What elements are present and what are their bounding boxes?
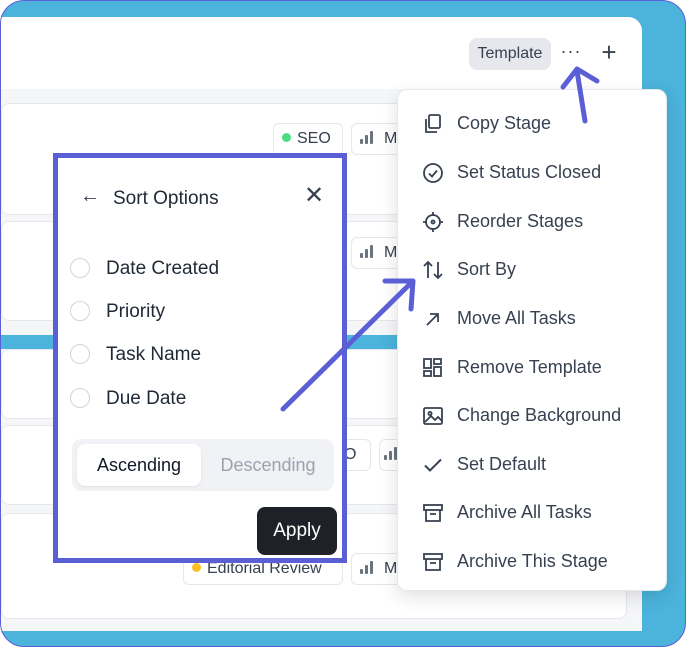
menu-item-label: Archive This Stage xyxy=(457,551,608,571)
priority-label: M xyxy=(384,244,398,261)
radio-button[interactable] xyxy=(70,344,90,364)
sort-arrows-icon xyxy=(423,260,443,280)
menu-item-archive-all-tasks[interactable]: Archive All Tasks xyxy=(398,492,666,532)
menu-item-label: Change Background xyxy=(457,405,622,425)
close-icon[interactable]: ✕ xyxy=(304,184,324,208)
priority-chip[interactable]: M xyxy=(351,553,401,585)
sort-order-toggle: Ascending Descending xyxy=(72,439,334,491)
radio-button[interactable] xyxy=(70,258,90,278)
copy-icon xyxy=(425,114,441,133)
radio-button[interactable] xyxy=(70,388,90,408)
crosshair-icon xyxy=(423,212,443,232)
descending-button[interactable]: Descending xyxy=(206,444,330,486)
menu-item-set-status-closed[interactable]: Set Status Closed xyxy=(398,152,666,192)
sort-option-label: Task Name xyxy=(106,344,202,365)
priority-label: M xyxy=(384,560,398,577)
sort-option[interactable]: Task Name xyxy=(70,342,330,368)
apply-button[interactable]: Apply xyxy=(257,507,337,555)
tag-label: SEO xyxy=(297,130,331,147)
sort-option-label: Priority xyxy=(106,301,166,322)
menu-item-reorder-stages[interactable]: Reorder Stages xyxy=(398,201,666,241)
sort-option-label: Due Date xyxy=(106,388,187,409)
sort-option-label: Date Created xyxy=(106,258,220,279)
archive-icon xyxy=(423,553,443,571)
sort-options-panel: ← Sort Options ✕ Date Created Priority T… xyxy=(53,153,347,563)
back-arrow-icon[interactable]: ← xyxy=(80,186,100,206)
check-icon xyxy=(424,458,442,472)
template-button[interactable]: Template xyxy=(469,38,551,70)
stage-options-menu: Copy Stage Set Status Closed Reorder Sta… xyxy=(397,89,667,591)
screenshot-frame: Template ··· + SEO M M O Editorial Revie… xyxy=(0,0,686,647)
menu-item-label: Archive All Tasks xyxy=(457,502,592,522)
menu-item-copy-stage[interactable]: Copy Stage xyxy=(398,103,666,143)
more-options-button[interactable]: ··· xyxy=(559,41,583,65)
menu-item-label: Reorder Stages xyxy=(457,211,584,231)
sort-option[interactable]: Priority xyxy=(70,299,330,325)
arrow-up-right-icon xyxy=(426,313,439,326)
priority-label: M xyxy=(384,130,398,147)
menu-item-sort-by[interactable]: Sort By xyxy=(398,249,666,289)
menu-item-label: Move All Tasks xyxy=(457,308,576,328)
archive-icon xyxy=(423,504,443,522)
menu-item-label: Sort By xyxy=(457,259,517,279)
ascending-button[interactable]: Ascending xyxy=(77,444,201,486)
sort-option[interactable]: Due Date xyxy=(70,386,330,412)
sort-option[interactable]: Date Created xyxy=(70,256,330,282)
panel-title: Sort Options xyxy=(113,188,219,209)
menu-item-archive-this-stage[interactable]: Archive This Stage xyxy=(398,541,666,581)
priority-chip[interactable]: M xyxy=(351,237,401,269)
menu-item-label: Set Default xyxy=(457,454,547,474)
menu-item-move-all-tasks[interactable]: Move All Tasks xyxy=(398,298,666,338)
menu-item-label: Set Status Closed xyxy=(457,162,602,182)
header-bar: Template ··· + xyxy=(1,17,642,89)
menu-item-remove-template[interactable]: Remove Template xyxy=(398,347,666,387)
priority-chip[interactable]: M xyxy=(351,123,401,155)
tag-chip[interactable]: SEO xyxy=(273,123,343,155)
status-dot xyxy=(282,133,291,142)
image-icon xyxy=(423,407,443,425)
menu-item-label: Copy Stage xyxy=(457,113,552,133)
menu-item-set-default[interactable]: Set Default xyxy=(398,444,666,484)
priority-bars-icon xyxy=(360,244,376,258)
check-circle-icon xyxy=(423,163,443,183)
add-stage-button[interactable]: + xyxy=(597,39,621,65)
layout-icon xyxy=(423,358,442,377)
radio-button[interactable] xyxy=(70,301,90,321)
menu-item-label: Remove Template xyxy=(457,357,602,377)
priority-bars-icon xyxy=(360,130,376,144)
status-dot xyxy=(192,563,201,572)
priority-bars-icon xyxy=(360,560,376,574)
menu-item-change-background[interactable]: Change Background xyxy=(398,395,666,435)
